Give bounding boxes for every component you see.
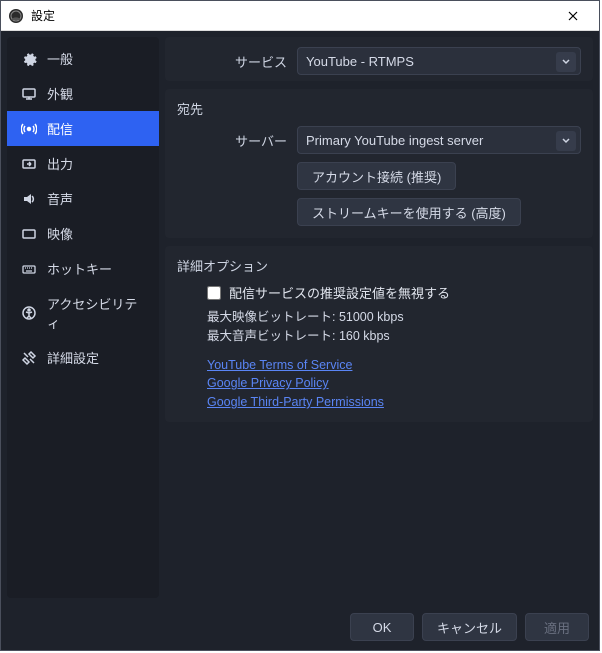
- chevron-down-icon: [556, 131, 576, 151]
- link-youtube-tos[interactable]: YouTube Terms of Service: [207, 356, 581, 375]
- titlebar: 設定: [1, 1, 599, 31]
- ignore-recommendations-input[interactable]: [207, 286, 221, 300]
- server-value: Primary YouTube ingest server: [306, 133, 483, 148]
- panel-advanced: 詳細オプション 配信サービスの推奨設定値を無視する 最大映像ビットレート: 51…: [165, 246, 593, 422]
- server-select[interactable]: Primary YouTube ingest server: [297, 126, 581, 154]
- sidebar-item-audio[interactable]: 音声: [7, 181, 159, 216]
- panel-destination: 宛先 サーバー Primary YouTube ingest server アカ…: [165, 89, 593, 238]
- max-audio-bitrate: 最大音声ビットレート: 160 kbps: [207, 327, 581, 346]
- sidebar-item-accessibility[interactable]: アクセシビリティ: [7, 286, 159, 340]
- ignore-recommendations-label: 配信サービスの推奨設定値を無視する: [229, 283, 450, 302]
- cancel-button[interactable]: キャンセル: [422, 613, 517, 641]
- video-icon: [21, 226, 37, 242]
- keyboard-icon: [21, 261, 37, 277]
- destination-title: 宛先: [177, 99, 581, 118]
- link-google-thirdparty[interactable]: Google Third-Party Permissions: [207, 393, 581, 412]
- apply-button[interactable]: 適用: [525, 613, 589, 641]
- sidebar-item-hotkeys[interactable]: ホットキー: [7, 251, 159, 286]
- main: サービス YouTube - RTMPS 宛先 サーバー Primary You…: [165, 37, 593, 598]
- sidebar-item-general[interactable]: 一般: [7, 41, 159, 76]
- server-label: サーバー: [177, 131, 287, 150]
- sidebar-item-label: 映像: [47, 224, 73, 243]
- sidebar-item-label: 一般: [47, 49, 73, 68]
- sidebar-item-label: 詳細設定: [47, 348, 99, 367]
- window-title: 設定: [31, 7, 55, 24]
- max-video-bitrate: 最大映像ビットレート: 51000 kbps: [207, 308, 581, 327]
- sidebar-item-label: 外観: [47, 84, 73, 103]
- sidebar-item-label: 出力: [47, 154, 73, 173]
- sidebar-item-label: ホットキー: [47, 259, 112, 278]
- sidebar-item-appearance[interactable]: 外観: [7, 76, 159, 111]
- close-button[interactable]: [553, 2, 593, 30]
- service-value: YouTube - RTMPS: [306, 54, 414, 69]
- ok-button[interactable]: OK: [350, 613, 414, 641]
- output-icon: [21, 156, 37, 172]
- chevron-down-icon: [556, 52, 576, 72]
- link-google-privacy[interactable]: Google Privacy Policy: [207, 374, 581, 393]
- sidebar-item-stream[interactable]: 配信: [7, 111, 159, 146]
- sidebar-item-output[interactable]: 出力: [7, 146, 159, 181]
- ignore-recommendations-checkbox[interactable]: 配信サービスの推奨設定値を無視する: [207, 283, 581, 302]
- gear-icon: [21, 51, 37, 67]
- sidebar-item-label: 配信: [47, 119, 73, 138]
- accessibility-icon: [21, 305, 37, 321]
- sidebar-item-advanced[interactable]: 詳細設定: [7, 340, 159, 375]
- advanced-title: 詳細オプション: [177, 256, 581, 275]
- appearance-icon: [21, 86, 37, 102]
- audio-icon: [21, 191, 37, 207]
- broadcast-icon: [21, 121, 37, 137]
- body: 一般 外観 配信 出力 音声 映像: [1, 31, 599, 604]
- sidebar-item-label: 音声: [47, 189, 73, 208]
- app-icon: [7, 7, 25, 25]
- sidebar-item-video[interactable]: 映像: [7, 216, 159, 251]
- service-label: サービス: [177, 52, 287, 71]
- footer: OK キャンセル 適用: [1, 604, 599, 650]
- sidebar: 一般 外観 配信 出力 音声 映像: [7, 37, 159, 598]
- service-select[interactable]: YouTube - RTMPS: [297, 47, 581, 75]
- tools-icon: [21, 350, 37, 366]
- sidebar-item-label: アクセシビリティ: [47, 294, 145, 332]
- close-icon: [568, 11, 578, 21]
- use-streamkey-button[interactable]: ストリームキーを使用する (高度): [297, 198, 521, 226]
- settings-window: 設定 一般 外観 配信 出力 音声: [0, 0, 600, 651]
- connect-account-button[interactable]: アカウント接続 (推奨): [297, 162, 456, 190]
- panel-service: サービス YouTube - RTMPS: [165, 37, 593, 81]
